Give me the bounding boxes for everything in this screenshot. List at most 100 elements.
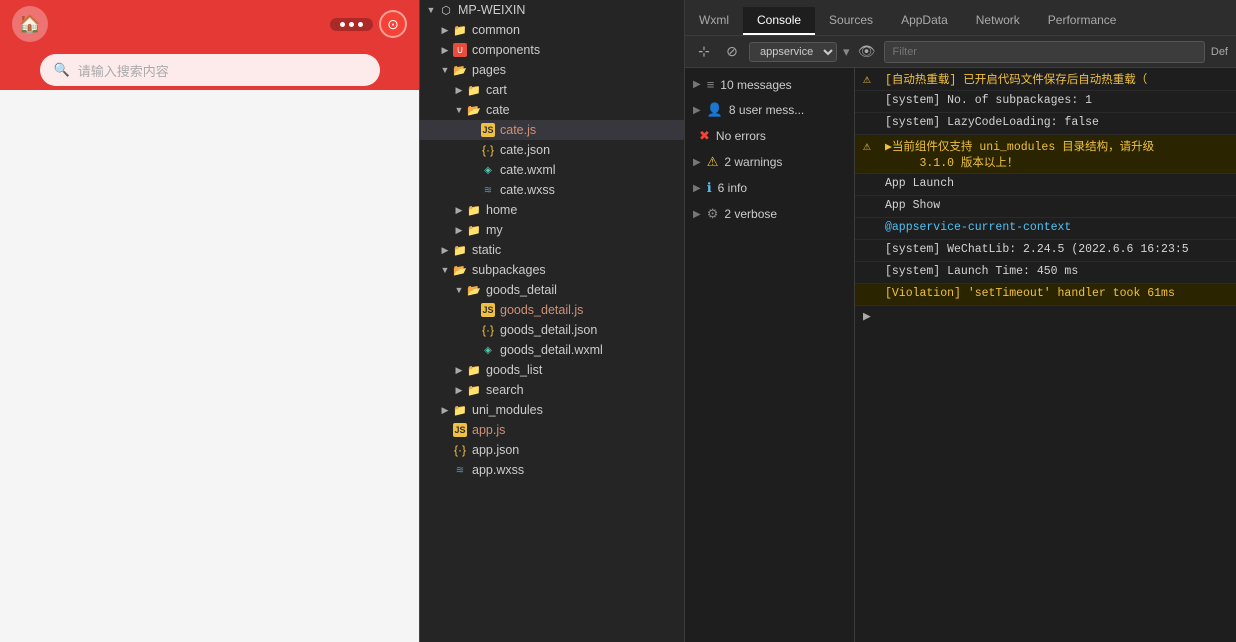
msg-verbose[interactable]: ▶ ⚙ 2 verbose (685, 201, 854, 227)
cursor-button[interactable]: ⊹ (693, 41, 715, 63)
tree-item-cate-json[interactable]: {·} cate.json (420, 140, 684, 160)
tab-performance-label: Performance (1048, 13, 1117, 27)
tree-item-my[interactable]: ▶ 📁 my (420, 220, 684, 240)
tree-item-cate-js[interactable]: JS cate.js (420, 120, 684, 140)
log4-text: ▶当前组件仅支持 uni_modules 目录结构，请升级 3.1.0 版本以上… (885, 138, 1228, 170)
msg-warnings-arrow: ▶ (693, 157, 701, 168)
dot1 (340, 22, 345, 27)
close-button[interactable]: ⊙ (379, 10, 407, 38)
console-prompt[interactable]: ▶ (855, 306, 1236, 327)
log5-text: App Launch (885, 177, 1228, 190)
pages-arrow: ▼ (438, 65, 452, 75)
tree-item-search[interactable]: ▶ 📁 search (420, 380, 684, 400)
phone-header: 🏠 ⊙ 🔍 请输入搜索内容 (0, 0, 419, 90)
msg-user[interactable]: ▶ 👤 8 user mess... (685, 97, 854, 123)
cate-arrow: ▼ (452, 105, 466, 115)
cate-icon: 📂 (466, 102, 482, 118)
subpackages-icon: 📂 (452, 262, 468, 278)
msg-info[interactable]: ▶ ℹ 6 info (685, 175, 854, 201)
left-panel: 🏠 ⊙ 🔍 请输入搜索内容 (0, 0, 420, 642)
tree-item-pages[interactable]: ▼ 📂 pages (420, 60, 684, 80)
app-wxss-icon: ≋ (452, 462, 468, 478)
devtools-panel: Wxml Console Sources AppData Network Per… (685, 0, 1236, 642)
tab-console[interactable]: Console (743, 7, 815, 35)
tree-item-cate-wxml[interactable]: ◈ cate.wxml (420, 160, 684, 180)
tab-appdata[interactable]: AppData (887, 7, 962, 35)
my-label: my (486, 223, 503, 237)
tree-item-app-wxss[interactable]: ≋ app.wxss (420, 460, 684, 480)
search-icon: 🔍 (54, 62, 70, 78)
tree-item-common[interactable]: ▶ 📁 common (420, 20, 684, 40)
tree-item-goods-list[interactable]: ▶ 📁 goods_list (420, 360, 684, 380)
log-line-2: [system] No. of subpackages: 1 (855, 91, 1236, 113)
block-button[interactable]: ⊘ (721, 41, 743, 63)
eye-button[interactable]: 👁 (856, 41, 878, 63)
tree-item-goods-detail[interactable]: ▼ 📂 goods_detail (420, 280, 684, 300)
dot2 (349, 22, 354, 27)
msg-all[interactable]: ▶ ≡ 10 messages (685, 72, 854, 97)
tree-item-uni-modules[interactable]: ▶ 📁 uni_modules (420, 400, 684, 420)
cate-wxss-label: cate.wxss (500, 183, 555, 197)
msg-warnings[interactable]: ▶ ⚠ 2 warnings (685, 149, 854, 175)
tab-performance[interactable]: Performance (1034, 7, 1131, 35)
log-line-6: App Show (855, 196, 1236, 218)
log-line-3: [system] LazyCodeLoading: false (855, 113, 1236, 135)
msg-user-arrow: ▶ (693, 105, 701, 116)
app-js-label: app.js (472, 423, 505, 437)
tree-item-cart[interactable]: ▶ 📁 cart (420, 80, 684, 100)
tab-wxml[interactable]: Wxml (685, 7, 743, 35)
log6-text: App Show (885, 199, 1228, 212)
root-arrow: ▼ (424, 5, 438, 15)
filter-input[interactable] (884, 41, 1205, 63)
tree-item-components[interactable]: ▶ U components (420, 40, 684, 60)
components-label: components (472, 43, 540, 57)
console-toolbar: ⊹ ⊘ appservice ▾ 👁 Def (685, 36, 1236, 68)
tree-item-static[interactable]: ▶ 📁 static (420, 240, 684, 260)
tab-wxml-label: Wxml (699, 13, 729, 27)
tree-item-cate[interactable]: ▼ 📂 cate (420, 100, 684, 120)
msg-error-icon: ✖ (699, 128, 710, 144)
goods-detail-arrow: ▼ (452, 285, 466, 295)
cate-js-label: cate.js (500, 123, 536, 137)
search-placeholder-text: 请输入搜索内容 (78, 61, 169, 80)
tree-item-goods-detail-json[interactable]: {·} goods_detail.json (420, 320, 684, 340)
tree-item-cate-wxss[interactable]: ≋ cate.wxss (420, 180, 684, 200)
tree-item-subpackages[interactable]: ▼ 📂 subpackages (420, 260, 684, 280)
tree-item-home[interactable]: ▶ 📁 home (420, 200, 684, 220)
dot3 (358, 22, 363, 27)
more-button[interactable] (330, 18, 373, 31)
goods-list-icon: 📁 (466, 362, 482, 378)
home-icon: 📁 (466, 202, 482, 218)
arrow-down-icon: ▾ (843, 44, 850, 60)
search-label: search (486, 383, 524, 397)
tab-network[interactable]: Network (962, 7, 1034, 35)
tree-item-goods-detail-wxml[interactable]: ◈ goods_detail.wxml (420, 340, 684, 360)
common-arrow: ▶ (438, 25, 452, 36)
cate-label: cate (486, 103, 510, 117)
goods-detail-wxml-label: goods_detail.wxml (500, 343, 603, 357)
subpackages-arrow: ▼ (438, 265, 452, 275)
service-select[interactable]: appservice (749, 42, 837, 62)
tree-item-app-json[interactable]: {·} app.json (420, 440, 684, 460)
tree-root[interactable]: ▼ ⬡ MP-WEIXIN (420, 0, 684, 20)
tree-item-goods-detail-js[interactable]: JS goods_detail.js (420, 300, 684, 320)
msg-all-icon: ≡ (707, 77, 715, 92)
msg-errors-count: No errors (716, 129, 766, 143)
msg-warnings-count: 2 warnings (724, 155, 782, 169)
msg-all-arrow: ▶ (693, 79, 701, 90)
tab-network-label: Network (976, 13, 1020, 27)
msg-user-count: 8 user mess... (729, 103, 804, 117)
pages-icon: 📂 (452, 62, 468, 78)
cart-icon: 📁 (466, 82, 482, 98)
folder-icon: 📁 (452, 22, 468, 38)
search-bar[interactable]: 🔍 请输入搜索内容 (40, 54, 380, 86)
tree-item-app-js[interactable]: JS app.js (420, 420, 684, 440)
home-button[interactable]: 🏠 (12, 6, 48, 42)
msg-errors[interactable]: ✖ No errors (685, 123, 854, 149)
static-arrow: ▶ (438, 245, 452, 256)
tab-sources[interactable]: Sources (815, 7, 887, 35)
components-arrow: ▶ (438, 45, 452, 56)
gd-js-icon: JS (480, 302, 496, 318)
log1-icon: ⚠ (863, 72, 879, 87)
log-line-4: ⚠ ▶当前组件仅支持 uni_modules 目录结构，请升级 3.1.0 版本… (855, 135, 1236, 174)
